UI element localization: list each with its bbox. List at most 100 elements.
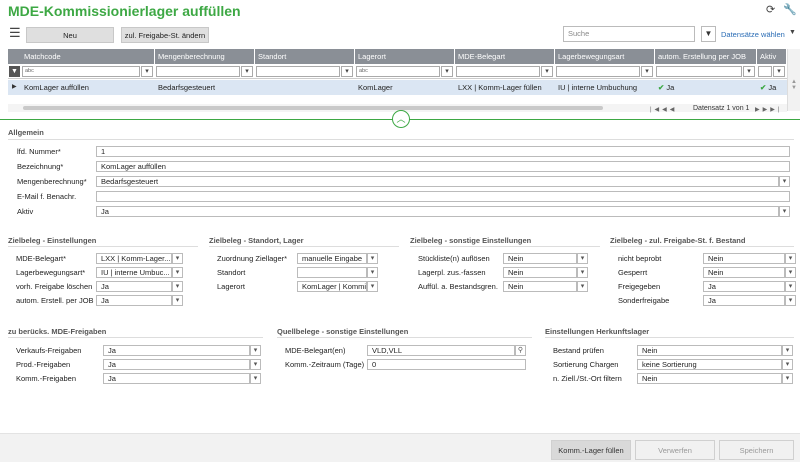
filter-input-2[interactable] bbox=[256, 66, 340, 77]
field-input[interactable]: KomLager | Kommi... bbox=[297, 281, 367, 292]
field-input[interactable]: manuelle Eingabe bbox=[297, 253, 367, 264]
column-header-6[interactable]: autom. Erstellung per JOB bbox=[655, 49, 757, 64]
field-input[interactable]: Ja bbox=[103, 345, 250, 356]
collapse-chevron-up-icon[interactable]: ︿ bbox=[392, 110, 410, 128]
column-header-5[interactable]: Lagerbewegungsart bbox=[555, 49, 655, 64]
search-icon[interactable]: ⚲ bbox=[515, 345, 526, 356]
field-input[interactable]: Nein bbox=[503, 281, 577, 292]
field-input[interactable] bbox=[96, 191, 790, 202]
field-input[interactable]: Ja bbox=[96, 206, 779, 217]
chevron-down-icon[interactable]: ▾ bbox=[785, 253, 796, 264]
filter-dropdown-icon-2[interactable]: ▾ bbox=[341, 66, 353, 77]
pager-next-icons[interactable]: ▶▶▶| bbox=[755, 106, 782, 113]
datasets-link[interactable]: Datensätze wählen bbox=[721, 30, 785, 39]
field-label: autom. Erstell. per JOB bbox=[16, 296, 94, 305]
field-input[interactable]: Nein bbox=[503, 253, 577, 264]
chevron-down-icon[interactable]: ▾ bbox=[779, 176, 790, 187]
field-input[interactable]: Nein bbox=[703, 253, 785, 264]
chevron-down-icon[interactable]: ▾ bbox=[367, 281, 378, 292]
discard-button[interactable]: Verwerfen bbox=[635, 440, 715, 460]
field-input[interactable]: Bedarfsgesteuert bbox=[96, 176, 779, 187]
wrench-icon[interactable]: 🔧 bbox=[783, 3, 797, 16]
column-header-1[interactable]: Mengenberechnung bbox=[155, 49, 255, 64]
cell-lagerort: KomLager bbox=[355, 80, 455, 95]
chevron-down-icon[interactable]: ▾ bbox=[785, 295, 796, 306]
column-header-7[interactable]: Aktiv bbox=[757, 49, 787, 64]
hamburger-menu-icon[interactable]: ☰ bbox=[9, 25, 21, 41]
chevron-down-icon[interactable]: ▾ bbox=[250, 345, 261, 356]
chevron-down-icon[interactable]: ▾ bbox=[782, 373, 793, 384]
section-title: Zielbeleg - zul. Freigabe-St. f. Bestand bbox=[610, 236, 746, 245]
field-input[interactable]: Ja bbox=[96, 295, 172, 306]
filter-row-icon[interactable]: ▼ bbox=[9, 66, 20, 77]
filter-input-3[interactable]: abc bbox=[356, 66, 440, 77]
filter-dropdown-icon-3[interactable]: ▾ bbox=[441, 66, 453, 77]
refresh-icon[interactable]: ⟳ bbox=[766, 3, 775, 16]
filter-dropdown-icon-1[interactable]: ▾ bbox=[241, 66, 253, 77]
filter-dropdown-icon-7[interactable]: ▾ bbox=[773, 66, 785, 77]
filter-input-5[interactable] bbox=[556, 66, 640, 77]
filter-dropdown-icon-6[interactable]: ▾ bbox=[743, 66, 755, 77]
field-input[interactable]: VLD,VLL bbox=[367, 345, 515, 356]
chevron-down-icon[interactable]: ▾ bbox=[782, 359, 793, 370]
filter-dropdown-icon-5[interactable]: ▾ bbox=[641, 66, 653, 77]
field-input[interactable] bbox=[297, 267, 367, 278]
field-input[interactable]: Ja bbox=[103, 373, 250, 384]
grid-vertical-scrollbar[interactable]: ▲ ▼ bbox=[787, 49, 800, 111]
column-header-0[interactable]: Matchcode bbox=[21, 49, 155, 64]
chevron-down-icon[interactable]: ▾ bbox=[785, 281, 796, 292]
pager-nav-icons[interactable]: |◀◀◀ bbox=[650, 106, 677, 113]
field-input[interactable]: 1 bbox=[96, 146, 790, 157]
chevron-down-icon[interactable]: ▾ bbox=[577, 267, 588, 278]
field-label: Lagerort bbox=[217, 282, 245, 291]
chevron-down-icon[interactable]: ▾ bbox=[172, 281, 183, 292]
filter-dropdown-icon-0[interactable]: ▾ bbox=[141, 66, 153, 77]
chevron-down-icon[interactable]: ▾ bbox=[367, 267, 378, 278]
filter-icon[interactable]: ▼ bbox=[701, 26, 716, 42]
chevron-down-icon[interactable]: ▾ bbox=[785, 267, 796, 278]
field-input[interactable]: LXX | Komm-Lager... bbox=[96, 253, 172, 264]
field-input[interactable]: keine Sortierung bbox=[637, 359, 782, 370]
column-header-2[interactable]: Standort bbox=[255, 49, 355, 64]
filter-input-1[interactable] bbox=[156, 66, 240, 77]
field-input[interactable]: Ja bbox=[96, 281, 172, 292]
field-input[interactable]: KomLager auffüllen bbox=[96, 161, 790, 172]
filter-input-4[interactable] bbox=[456, 66, 540, 77]
cell-text: Bedarfsgesteuert bbox=[158, 83, 216, 92]
field-input[interactable]: Ja bbox=[103, 359, 250, 370]
filter-input-0[interactable]: abc bbox=[22, 66, 140, 77]
filter-dropdown-icon-4[interactable]: ▾ bbox=[541, 66, 553, 77]
chevron-down-icon[interactable]: ▾ bbox=[782, 345, 793, 356]
chevron-down-icon[interactable]: ▾ bbox=[172, 295, 183, 306]
chevron-down-icon[interactable]: ▾ bbox=[172, 253, 183, 264]
field-input[interactable]: IU | interne Umbuc... bbox=[96, 267, 172, 278]
filter-input-7[interactable] bbox=[758, 66, 772, 77]
chevron-down-icon[interactable]: ▾ bbox=[172, 267, 183, 278]
column-header-3[interactable]: Lagerort bbox=[355, 49, 455, 64]
field-input[interactable]: 0 bbox=[367, 359, 526, 370]
change-release-button[interactable]: zul. Freigabe-St. ändern bbox=[121, 27, 209, 43]
scrollbar-thumb[interactable] bbox=[23, 106, 603, 110]
filter-input-6[interactable] bbox=[656, 66, 742, 77]
fill-komm-lager-button[interactable]: Komm.-Lager füllen bbox=[551, 440, 631, 460]
chevron-down-icon[interactable]: ▾ bbox=[577, 253, 588, 264]
field-input[interactable]: Ja bbox=[703, 295, 785, 306]
field-input[interactable]: Nein bbox=[503, 267, 577, 278]
chevron-down-icon[interactable]: ▼ bbox=[789, 29, 796, 36]
new-button[interactable]: Neu bbox=[26, 27, 114, 43]
save-button[interactable]: Speichern bbox=[719, 440, 794, 460]
field-input[interactable]: Ja bbox=[703, 281, 785, 292]
field-input[interactable]: Nein bbox=[703, 267, 785, 278]
field-label: Sortierung Chargen bbox=[553, 360, 619, 369]
chevron-down-icon[interactable]: ▾ bbox=[250, 373, 261, 384]
search-input[interactable]: Suche bbox=[563, 26, 695, 42]
chevron-down-icon[interactable]: ▾ bbox=[367, 253, 378, 264]
chevron-down-icon[interactable]: ▾ bbox=[577, 281, 588, 292]
field-input[interactable]: Nein bbox=[637, 373, 782, 384]
chevron-down-icon[interactable]: ▾ bbox=[250, 359, 261, 370]
field-input[interactable]: Nein bbox=[637, 345, 782, 356]
field-label: Freigegeben bbox=[618, 282, 661, 291]
cell-job: ✔ Ja bbox=[655, 80, 757, 95]
column-header-4[interactable]: MDE-Belegart bbox=[455, 49, 555, 64]
chevron-down-icon[interactable]: ▾ bbox=[779, 206, 790, 217]
